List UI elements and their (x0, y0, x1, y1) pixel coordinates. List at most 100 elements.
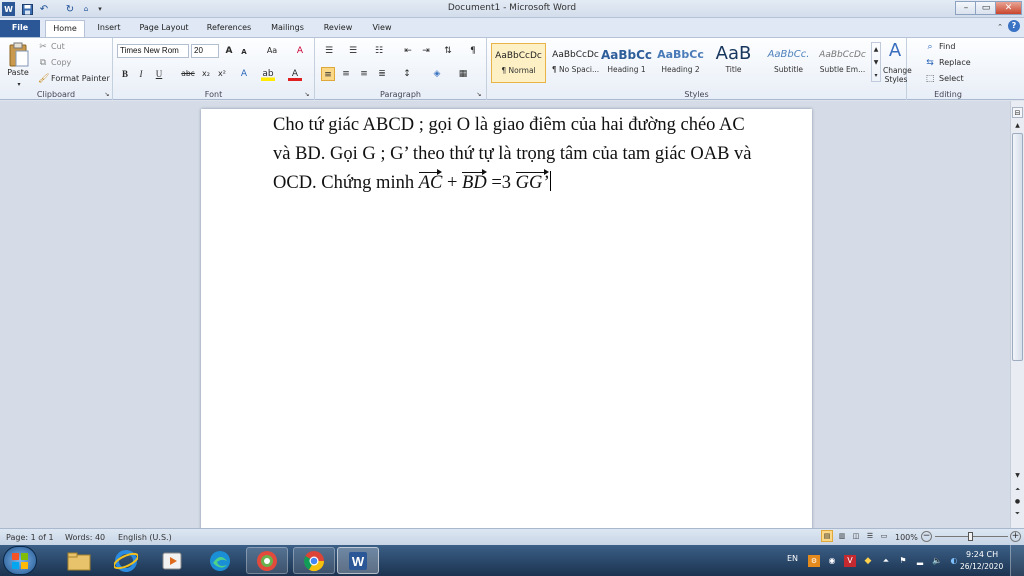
ruler-toggle-icon[interactable]: ⊟ (1012, 107, 1023, 118)
text-effects-button[interactable]: A (237, 67, 251, 81)
find-icon[interactable]: ⌕ (924, 40, 936, 54)
subscript-button[interactable]: x₂ (199, 67, 213, 81)
clipboard-launcher-icon[interactable]: ↘ (103, 88, 111, 102)
styles-scroll-icon[interactable]: ▲ ▼ ▾ (871, 42, 881, 82)
internet-explorer-icon[interactable] (105, 547, 147, 574)
tray-chevron-icon[interactable]: ⏶ (880, 555, 892, 567)
style-title[interactable]: AaB Title (706, 43, 761, 83)
draft-icon[interactable]: ▭ (878, 530, 890, 542)
zoom-slider-thumb[interactable] (968, 532, 973, 541)
tab-home[interactable]: Home (45, 20, 85, 37)
file-explorer-icon[interactable] (58, 547, 100, 574)
close-button[interactable]: ✕ (995, 1, 1022, 15)
strikethrough-button[interactable]: abc (179, 67, 197, 81)
tab-review[interactable]: Review (318, 20, 358, 37)
scroll-up-icon[interactable]: ▲ (1012, 121, 1023, 131)
superscript-button[interactable]: x² (215, 67, 229, 81)
align-right-icon[interactable]: ≡ (357, 67, 371, 81)
shading-icon[interactable]: ◈ (429, 67, 445, 81)
tab-view[interactable]: View (365, 20, 399, 37)
select-icon[interactable]: ⬚ (924, 72, 936, 86)
replace-button[interactable]: Replace (939, 56, 971, 70)
cut-icon[interactable]: ✂ (38, 40, 48, 54)
page-count[interactable]: Page: 1 of 1 (6, 533, 54, 542)
browse-object-icon[interactable]: ● (1012, 497, 1023, 507)
tray-eye-icon[interactable]: ◉ (826, 555, 838, 567)
zoom-level[interactable]: 100% (895, 533, 918, 542)
show-formatting-icon[interactable]: ¶ (467, 44, 479, 58)
increase-indent-icon[interactable]: ⇥ (419, 44, 433, 58)
tray-extra-icon[interactable]: ◐ (948, 555, 960, 567)
style-normal[interactable]: AaBbCcDc ¶ Normal (491, 43, 546, 83)
paste-icon[interactable] (6, 42, 30, 68)
style-subtle-emphasis[interactable]: AaBbCcDc Subtle Em... (815, 43, 870, 83)
maximize-button[interactable]: ▭ (975, 1, 997, 15)
style-subtitle[interactable]: AaBbCc. Subtitle (761, 43, 816, 83)
scroll-thumb[interactable] (1012, 133, 1023, 361)
web-layout-icon[interactable]: ◫ (850, 530, 862, 542)
print-layout-icon[interactable]: ▤ (821, 530, 833, 542)
numbering-icon[interactable]: ☰ (345, 44, 361, 58)
replace-icon[interactable]: ⇆ (924, 56, 936, 70)
select-button[interactable]: Select (939, 72, 964, 86)
media-player-icon[interactable] (152, 547, 194, 574)
decrease-indent-icon[interactable]: ⇤ (401, 44, 415, 58)
font-color-button[interactable]: A (288, 67, 302, 81)
format-painter-button[interactable]: Format Painter (51, 72, 110, 86)
copy-button[interactable]: Copy (51, 56, 71, 70)
grow-font-button[interactable]: A (223, 44, 235, 58)
change-styles-icon[interactable]: A (885, 41, 905, 61)
clock-date[interactable]: 26/12/2020 (960, 562, 1003, 571)
language-indicator[interactable]: English (U.S.) (118, 533, 172, 542)
align-center-icon[interactable]: ≡ (339, 67, 353, 81)
zoom-in-icon[interactable]: + (1010, 531, 1021, 542)
underline-button[interactable]: U (153, 67, 165, 81)
show-desktop-button[interactable] (1010, 545, 1024, 576)
paragraph-launcher-icon[interactable]: ↘ (475, 88, 483, 102)
next-page-icon[interactable]: ⏷ (1012, 509, 1023, 519)
format-painter-icon[interactable]: 🖌 (38, 72, 49, 86)
document-page[interactable]: Cho tứ giác ABCD ; gọi O là giao điêm củ… (201, 109, 812, 539)
find-button[interactable]: Find (939, 40, 955, 54)
font-name-combo[interactable]: Times New Rom (117, 44, 189, 58)
document-body[interactable]: Cho tứ giác ABCD ; gọi O là giao điêm củ… (273, 111, 753, 198)
start-button[interactable] (3, 546, 37, 575)
sort-icon[interactable]: ⇅ (441, 44, 455, 58)
vertical-scrollbar[interactable]: ⊟ ▲ ▼ ⏶ ● ⏷ (1010, 101, 1024, 528)
style-no-spacing[interactable]: AaBbCcDc ¶ No Spaci... (548, 43, 603, 83)
word-taskbar-icon[interactable]: W (337, 547, 379, 574)
tab-file[interactable]: File (0, 20, 40, 37)
previous-page-icon[interactable]: ⏶ (1012, 485, 1023, 495)
chrome-icon[interactable] (293, 547, 335, 574)
scroll-down-icon[interactable]: ▼ (1012, 471, 1023, 481)
justify-icon[interactable]: ≣ (375, 67, 389, 81)
align-left-icon[interactable]: ≡ (321, 67, 335, 81)
tab-insert[interactable]: Insert (90, 20, 128, 37)
word-count[interactable]: Words: 40 (65, 533, 105, 542)
change-styles-label-2[interactable]: Styles (883, 75, 909, 84)
tab-page-layout[interactable]: Page Layout (135, 20, 193, 37)
tray-flag-icon[interactable]: ◆ (862, 555, 874, 567)
cut-button[interactable]: Cut (51, 40, 65, 54)
style-heading-2[interactable]: AaBbCc Heading 2 (653, 43, 708, 83)
volume-icon[interactable]: 🔈 (931, 555, 943, 567)
change-styles-label[interactable]: Change (883, 66, 912, 75)
outline-icon[interactable]: ☰ (864, 530, 876, 542)
help-icon[interactable]: ? (1008, 20, 1020, 32)
bullets-icon[interactable]: ☰ (321, 44, 337, 58)
action-center-icon[interactable]: ⚑ (897, 555, 909, 567)
app-icon[interactable] (246, 547, 288, 574)
highlight-button[interactable]: ab (261, 67, 275, 81)
minimize-ribbon-icon[interactable]: ⌃ (995, 20, 1005, 34)
full-screen-reading-icon[interactable]: ▥ (836, 530, 848, 542)
borders-icon[interactable]: ▦ (455, 67, 471, 81)
copy-icon[interactable]: ⧉ (38, 56, 48, 70)
line-spacing-icon[interactable]: ↕ (399, 67, 415, 81)
edge-browser-icon[interactable] (199, 547, 241, 574)
style-heading-1[interactable]: AaBbCc Heading 1 (599, 43, 654, 83)
font-size-combo[interactable]: 20 (191, 44, 219, 58)
italic-button[interactable]: I (135, 67, 147, 81)
tab-references[interactable]: References (200, 20, 258, 37)
zoom-out-icon[interactable]: − (921, 531, 932, 542)
clock-time[interactable]: 9:24 CH (966, 550, 998, 559)
